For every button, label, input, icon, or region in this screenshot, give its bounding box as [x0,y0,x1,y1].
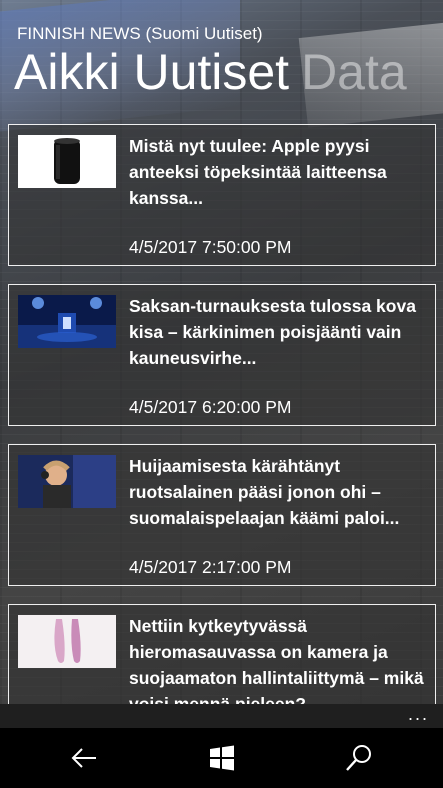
more-options-button[interactable]: ... [408,704,429,724]
pink-devices-image [18,615,116,668]
black-cylinder-computer-image [18,135,116,188]
search-button[interactable] [343,742,375,774]
article-title: Huijaamisesta kärähtänyt ruotsalainen pä… [129,456,400,528]
system-navigation-bar [0,728,443,788]
pivot-item-aikki-uutiset[interactable]: Aikki Uutiset [14,44,289,100]
news-card[interactable]: Huijaamisesta kärähtänyt ruotsalainen pä… [8,444,436,586]
article-date: 4/5/2017 2:17:00 PM [129,557,292,577]
back-arrow-icon [71,748,96,768]
news-card[interactable]: Saksan-turnauksesta tulossa kova kisa – … [8,284,436,426]
article-date: 4/5/2017 6:20:00 PM [129,397,292,417]
home-button[interactable] [206,742,238,774]
windows-logo-icon [210,745,234,771]
esports-arena-stage-image [18,295,116,348]
pivot-item-data[interactable]: Data [301,44,407,100]
app-header: FINNISH NEWS (Suomi Uutiset) Aikki Uutis… [0,0,443,120]
search-icon [346,745,371,771]
article-title: Mistä nyt tuulee: Apple pyysi anteeksi t… [129,136,387,208]
article-thumbnail [18,295,116,348]
article-title: Saksan-turnauksesta tulossa kova kisa – … [129,296,416,368]
article-date: 4/5/2017 7:50:00 PM [129,237,292,257]
gamer-with-headset-image [18,455,116,508]
article-thumbnail [18,455,116,508]
news-card[interactable]: Mistä nyt tuulee: Apple pyysi anteeksi t… [8,124,436,266]
article-thumbnail [18,615,116,668]
app-bar: ... [0,704,443,728]
article-thumbnail [18,135,116,188]
back-button[interactable] [68,742,100,774]
app-subtitle: FINNISH NEWS (Suomi Uutiset) [17,24,263,43]
article-title: Nettiin kytkeytyvässä hieromasauvassa on… [129,616,424,714]
pivot-header: Aikki Uutiset Data [14,44,419,100]
